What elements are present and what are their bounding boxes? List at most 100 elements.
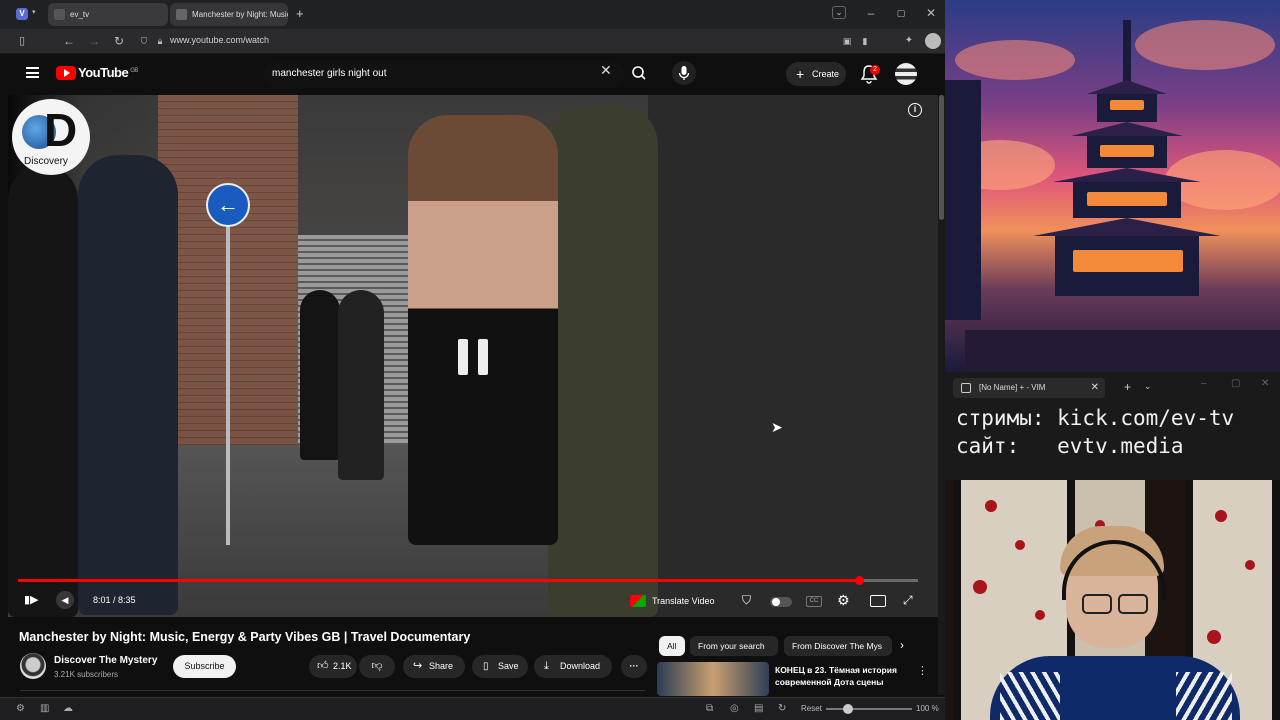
artwork-bridge — [965, 330, 1280, 372]
scrollbar-thumb[interactable] — [939, 95, 944, 220]
extensions-icon[interactable]: ✦ — [902, 34, 916, 48]
pagoda-roof — [1053, 168, 1201, 182]
discovery-d-logo: D — [44, 104, 78, 156]
screen-frame — [953, 480, 961, 720]
settings-gear-icon[interactable]: ⚙ — [837, 591, 850, 609]
cloud-icon[interactable]: ☁ — [63, 703, 73, 714]
close-tab-icon[interactable]: ✕ — [1091, 378, 1099, 398]
chip-from-your-search[interactable]: From your search — [690, 636, 778, 656]
chip-all[interactable]: All — [659, 636, 685, 656]
zoom-reset-button[interactable]: Reset — [801, 704, 822, 713]
search-button[interactable] — [624, 60, 654, 88]
account-avatar[interactable] — [895, 63, 917, 85]
clear-search-icon[interactable]: ✕ — [600, 62, 612, 79]
subscribe-button[interactable]: Subscribe — [173, 655, 236, 678]
youtube-logo-icon[interactable] — [56, 66, 76, 80]
back-arrow-icon[interactable]: ← — [62, 34, 76, 48]
sponsor-shield-icon[interactable]: ⛉ — [742, 591, 751, 609]
zoom-slider-knob[interactable] — [843, 704, 854, 714]
recommendation-thumbnail[interactable] — [657, 662, 769, 696]
zoom-level: 100 % — [916, 704, 939, 713]
browser-logo-icon[interactable]: V — [16, 8, 28, 20]
vim-tab[interactable]: [No Name] + - VIM ✕ — [953, 378, 1105, 398]
translate-video-button[interactable]: Translate Video — [630, 593, 715, 611]
minimize-icon[interactable]: – — [1201, 378, 1207, 389]
tab-search-chevron-icon[interactable]: ⌄ — [832, 6, 846, 19]
new-tab-button[interactable]: + — [296, 6, 304, 21]
lock-icon: 🔒︎ — [157, 36, 163, 46]
left-arrow-sign-icon: ← — [217, 192, 239, 217]
scrubber-handle[interactable] — [854, 576, 864, 585]
fullscreen-icon[interactable]: ⤢ — [903, 591, 913, 609]
chevron-down-icon[interactable]: ⌄ — [1144, 381, 1152, 392]
channel-avatar[interactable] — [20, 653, 46, 679]
page-scrollbar[interactable] — [938, 95, 945, 695]
like-button[interactable]: 👍︎ 2.1K — [309, 655, 357, 678]
pause-overlay-icon[interactable] — [458, 339, 488, 375]
tab-youtube-video[interactable]: Manchester by Night: Music — [170, 3, 288, 26]
forward-arrow-icon[interactable]: → — [87, 34, 101, 48]
zoom-slider[interactable] — [826, 704, 912, 714]
vim-line: стримы: kick.com/ev-tv — [956, 406, 1235, 430]
artwork-cloud — [955, 40, 1075, 80]
images-icon[interactable]: ▤ — [754, 703, 763, 714]
chip-from-channel[interactable]: From Discover The Mys — [784, 636, 892, 656]
recommendation-menu-icon[interactable]: ⋮ — [917, 664, 928, 677]
terminal-icon — [961, 383, 971, 393]
info-icon[interactable]: i — [908, 103, 922, 117]
chevron-right-icon[interactable]: › — [900, 638, 904, 652]
pagoda-artwork — [945, 0, 1280, 372]
dislike-button[interactable]: 👎︎ — [359, 655, 395, 678]
progress-bar[interactable] — [18, 576, 918, 585]
glasses — [1082, 594, 1150, 614]
mic-icon — [678, 66, 690, 80]
profile-avatar[interactable] — [925, 33, 941, 49]
tab-ev-tv[interactable]: ev_tv — [48, 3, 168, 26]
maximize-icon[interactable]: ▢ — [1231, 378, 1240, 389]
tiling-icon[interactable]: ▥ — [40, 703, 49, 714]
reload-icon[interactable]: ↻ — [112, 34, 126, 48]
maximize-icon[interactable]: ▢ — [894, 8, 908, 19]
download-button[interactable]: ⤓ Download — [534, 655, 612, 678]
page-actions-icon[interactable]: ◎ — [730, 703, 739, 714]
blossom — [985, 500, 997, 512]
subscriber-count: 3.21K subscribers — [54, 670, 119, 679]
address-bar: ▯ ← → ↻ ⛉ 🔒︎ www.youtube.com/watch ▣ ▮ ✦ — [0, 29, 945, 54]
recommendation-title[interactable]: КОНЕЦ в 23. Тёмная история современной Д… — [775, 664, 915, 688]
watermark-label: Discovery — [24, 156, 68, 167]
video-player[interactable]: ← D Discovery i ➤ ▮▶ ◀ 8:01 / 8:35 Trans… — [8, 95, 938, 617]
reader-mode-icon[interactable]: ▣ — [840, 34, 854, 48]
bookmark-icon[interactable]: ▮ — [858, 34, 872, 48]
create-button[interactable]: + Create — [786, 62, 846, 86]
site-info-icon[interactable]: ⛉ — [137, 34, 151, 48]
voice-search-button[interactable] — [672, 61, 696, 85]
volume-icon[interactable]: ◀ — [56, 591, 74, 609]
reload-page-icon[interactable]: ↻ — [778, 703, 786, 714]
tab-bar: V ▾ ev_tv Manchester by Night: Music + ⌄… — [0, 0, 945, 29]
description-divider — [20, 690, 645, 691]
save-button[interactable]: ▯ Save — [472, 655, 528, 678]
discovery-watermark: D Discovery — [12, 99, 90, 175]
sidebar-toggle-icon[interactable]: ▯ — [15, 34, 29, 48]
autoplay-toggle[interactable] — [770, 597, 792, 607]
hamburger-icon[interactable] — [26, 67, 39, 78]
url-field[interactable]: www.youtube.com/watch — [170, 35, 269, 45]
close-window-icon[interactable]: ✕ — [1261, 378, 1269, 389]
close-window-icon[interactable]: ✕ — [924, 6, 938, 20]
thumbs-up-icon: 👍︎ — [317, 660, 329, 672]
panel-toggle-icon[interactable]: ⚙ — [16, 703, 25, 714]
search-box[interactable]: manchester girls night out — [264, 60, 624, 88]
play-pause-icon[interactable]: ▮▶ — [24, 591, 39, 609]
search-input[interactable]: manchester girls night out — [272, 68, 387, 79]
youtube-logo-text[interactable]: YouTube GB — [78, 65, 138, 80]
captions-icon[interactable]: CC — [806, 596, 822, 607]
capture-icon[interactable]: ⧉ — [706, 703, 713, 714]
theater-mode-icon[interactable] — [870, 595, 886, 607]
more-actions-icon[interactable]: ··· — [621, 655, 647, 678]
share-button[interactable]: ↪ Share — [403, 655, 465, 678]
channel-name[interactable]: Discover The Mystery — [54, 655, 157, 666]
tab-menu-chevron-icon[interactable]: ▾ — [32, 8, 36, 16]
window-glow — [1100, 145, 1154, 157]
new-tab-icon[interactable]: + — [1124, 380, 1131, 394]
minimize-icon[interactable]: – — [864, 6, 878, 20]
